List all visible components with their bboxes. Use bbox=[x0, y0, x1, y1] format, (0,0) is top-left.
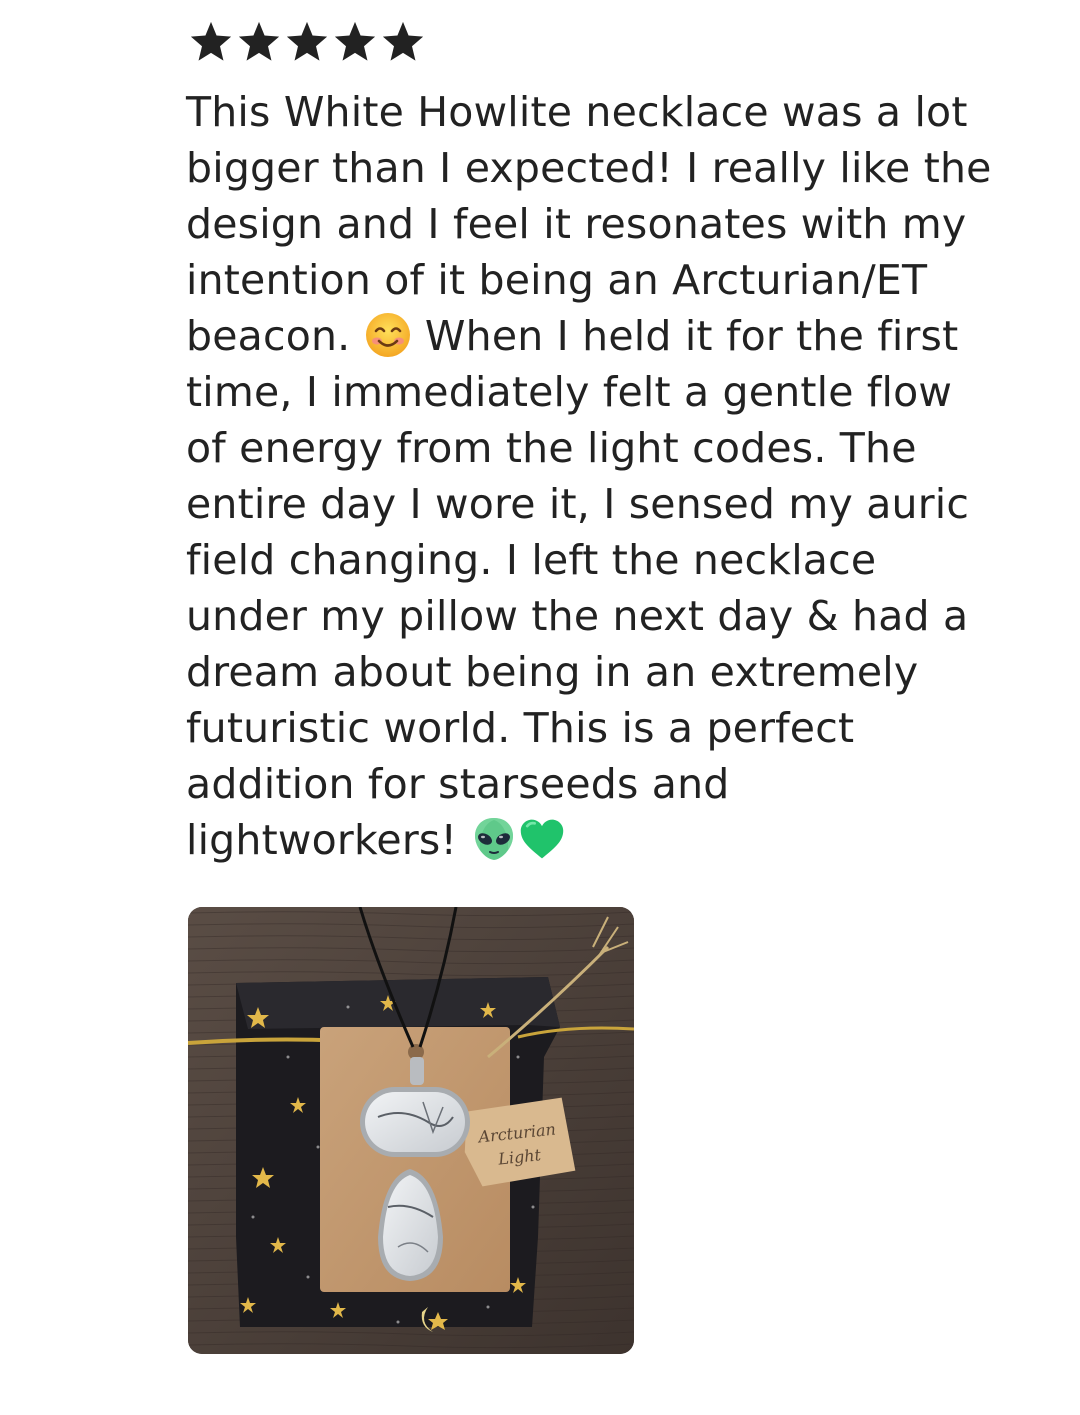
necklace-photo-image: Arcturian Light bbox=[188, 907, 634, 1354]
star-icon bbox=[188, 19, 234, 65]
green-heart-emoji-icon bbox=[518, 815, 570, 863]
review-photo[interactable]: Arcturian Light bbox=[188, 907, 634, 1354]
review-line: intention of it being an Arcturian/ET bbox=[186, 256, 928, 304]
review-line: of energy from the light codes. The bbox=[186, 424, 917, 472]
star-icon bbox=[332, 19, 378, 65]
review-line: lightworkers! bbox=[186, 812, 1056, 868]
review-line: design and I feel it resonates with my bbox=[186, 200, 967, 248]
star-icon bbox=[236, 19, 282, 65]
review-card: This White Howlite necklace was a lot bi… bbox=[186, 14, 1056, 868]
review-line: under my pillow the next day & had a bbox=[186, 592, 969, 640]
review-text: This White Howlite necklace was a lot bi… bbox=[186, 84, 1056, 868]
review-line: field changing. I left the necklace bbox=[186, 536, 877, 584]
review-line-part: lightworkers! bbox=[186, 816, 458, 864]
review-line: time, I immediately felt a gentle flow bbox=[186, 368, 953, 416]
star-icon bbox=[284, 19, 330, 65]
star-rating bbox=[188, 14, 1056, 70]
review-line-part: When I held it for the first bbox=[424, 312, 959, 360]
review-line: entire day I wore it, I sensed my auric bbox=[186, 480, 970, 528]
review-line: This White Howlite necklace was a lot bbox=[186, 88, 968, 136]
alien-emoji-icon bbox=[470, 815, 518, 863]
star-icon bbox=[380, 19, 426, 65]
review-line: addition for starseeds and bbox=[186, 760, 730, 808]
review-line: bigger than I expected! I really like th… bbox=[186, 144, 992, 192]
review-line: beacon. When I held it for the first bbox=[186, 308, 1056, 364]
smiling-face-emoji-icon bbox=[364, 311, 412, 359]
review-line: dream about being in an extremely bbox=[186, 648, 919, 696]
review-line: futuristic world. This is a perfect bbox=[186, 704, 855, 752]
review-line-part: beacon. bbox=[186, 312, 351, 360]
